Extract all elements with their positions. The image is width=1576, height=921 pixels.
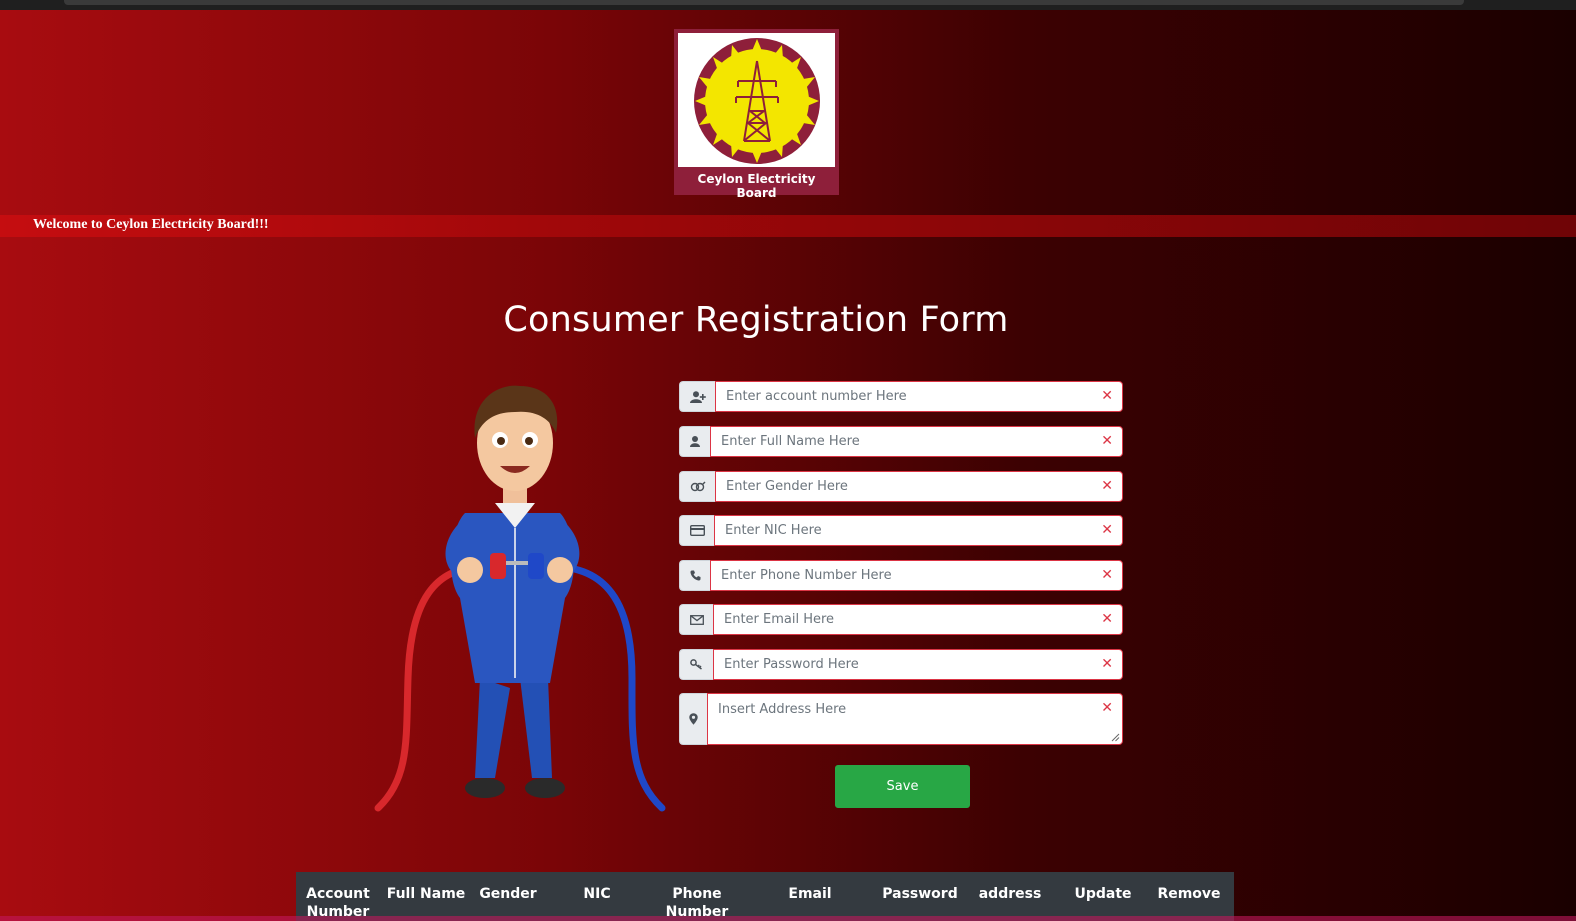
account-number-field-wrap: ✕ [715,381,1123,412]
bottom-edge-line [0,916,1576,921]
phone-field-wrap: ✕ [710,560,1123,591]
gender-field-wrap: ✕ [715,471,1123,502]
gender-row: ✕ [679,471,1123,502]
logo-caption: Ceylon Electricity Board [697,172,816,200]
invalid-icon: ✕ [1101,656,1113,672]
column-header-full-name: Full Name [386,886,466,902]
save-button[interactable]: Save [835,765,970,808]
nic-input[interactable] [715,516,1122,545]
phone-icon [679,560,710,591]
id-card-icon [679,515,714,546]
password-input[interactable] [714,650,1122,679]
invalid-icon: ✕ [1101,433,1113,449]
electrician-illustration [370,378,670,814]
ceb-logo: Ceylon Electricity Board [674,29,839,200]
column-header-gender: Gender [479,886,537,902]
full-name-input[interactable] [711,427,1122,456]
email-row: ✕ [679,604,1123,635]
map-marker-icon [679,693,707,745]
full-name-field-wrap: ✕ [710,426,1123,457]
account-number-row: ✕ [679,381,1123,412]
gender-input[interactable] [716,472,1122,501]
password-field-wrap: ✕ [713,649,1123,680]
welcome-text: Welcome to Ceylon Electricity Board!!! [33,217,269,232]
ceb-logo-emblem [678,33,835,167]
column-header-remove: Remove [1157,886,1221,902]
account-number-input[interactable] [716,382,1122,411]
address-textarea[interactable] [708,694,1122,744]
address-field-wrap: ✕ [707,693,1123,745]
column-header-nic: NIC [583,886,611,902]
invalid-icon: ✕ [1101,522,1113,538]
invalid-icon: ✕ [1101,611,1113,627]
column-header-email: Email [788,886,832,902]
full-name-row: ✕ [679,426,1123,457]
column-header-update: Update [1074,886,1132,902]
user-plus-icon [679,381,715,412]
column-header-address: address [978,886,1042,902]
gender-icon [679,471,715,502]
envelope-icon [679,604,713,635]
phone-row: ✕ [679,560,1123,591]
nic-row: ✕ [679,515,1123,546]
key-icon [679,649,713,680]
page-title: Consumer Registration Form [503,300,1009,340]
phone-input[interactable] [711,561,1122,590]
resize-handle-icon[interactable] [1111,733,1120,742]
browser-top-strip [64,0,1464,5]
invalid-icon: ✕ [1101,478,1113,494]
column-header-password: Password [882,886,958,902]
address-row: ✕ [679,693,1123,745]
welcome-marquee: Welcome to Ceylon Electricity Board!!! [0,215,1576,237]
password-row: ✕ [679,649,1123,680]
browser-top-bar [0,0,1576,10]
email-field-wrap: ✕ [713,604,1123,635]
user-icon [679,426,710,457]
consumer-table-header: Account Number Full Name Gender NIC Phon… [296,872,1234,921]
invalid-icon: ✕ [1101,700,1113,716]
nic-field-wrap: ✕ [714,515,1123,546]
invalid-icon: ✕ [1101,388,1113,404]
invalid-icon: ✕ [1101,567,1113,583]
email-input[interactable] [714,605,1122,634]
